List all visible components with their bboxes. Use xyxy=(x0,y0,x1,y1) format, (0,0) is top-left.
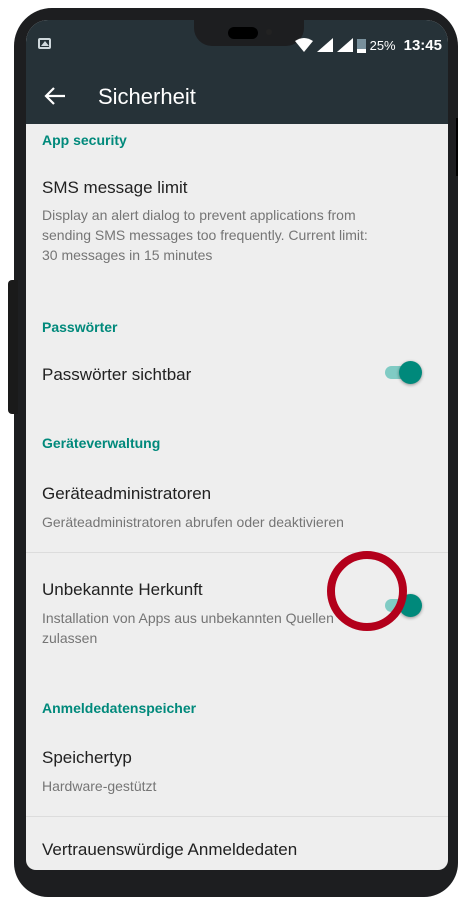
unknown-sources-description: Installation von Apps aus unbekannten Qu… xyxy=(42,610,334,646)
unknown-sources-title: Unbekannte Herkunft xyxy=(42,580,203,599)
battery-percent: 25% xyxy=(369,37,396,53)
sms-limit-description: Display an alert dialog to prevent appli… xyxy=(42,207,368,263)
wifi-icon xyxy=(294,38,313,52)
status-bar: 25% 13:45 xyxy=(26,20,448,68)
status-icons: 25% 13:45 xyxy=(294,36,442,54)
battery-icon xyxy=(356,38,366,53)
divider xyxy=(26,816,448,817)
clock: 13:45 xyxy=(403,36,442,54)
section-header-device-admin: Geräteverwaltung xyxy=(42,435,161,451)
sms-limit-title: SMS message limit xyxy=(42,178,188,197)
camera-notch xyxy=(194,20,304,46)
device-admins-description: Geräteadministratoren abrufen oder deakt… xyxy=(42,514,344,530)
camera-icon xyxy=(228,27,258,39)
toolbar: Sicherheit xyxy=(26,68,448,124)
screen: 25% 13:45 Sicherheit App security SMS me… xyxy=(26,20,448,870)
page-title: Sicherheit xyxy=(98,84,196,109)
passwords-visible-title: Passwörter sichtbar xyxy=(42,365,192,384)
storage-type-title: Speichertyp xyxy=(42,748,132,767)
storage-type-description: Hardware-gestützt xyxy=(42,778,157,794)
signal-icon-2 xyxy=(336,38,353,52)
toggle-thumb xyxy=(399,361,422,384)
back-arrow-icon[interactable] xyxy=(44,86,66,106)
sensor-icon xyxy=(266,29,272,35)
signal-icon xyxy=(316,38,333,52)
settings-list: App security SMS message limit Display a… xyxy=(26,124,448,870)
trusted-credentials-title: Vertrauenswürdige Anmeldedaten xyxy=(42,840,298,859)
divider xyxy=(26,552,448,553)
highlight-circle-annotation xyxy=(327,551,407,631)
section-header-credential-storage: Anmeldedatenspeicher xyxy=(42,700,197,716)
section-header-app-security: App security xyxy=(42,132,127,148)
device-admins-title: Geräteadministratoren xyxy=(42,484,212,503)
passwords-visible-toggle[interactable] xyxy=(379,359,423,385)
image-notification-icon xyxy=(38,38,51,49)
section-header-passwords: Passwörter xyxy=(42,319,118,335)
side-button xyxy=(8,280,18,414)
